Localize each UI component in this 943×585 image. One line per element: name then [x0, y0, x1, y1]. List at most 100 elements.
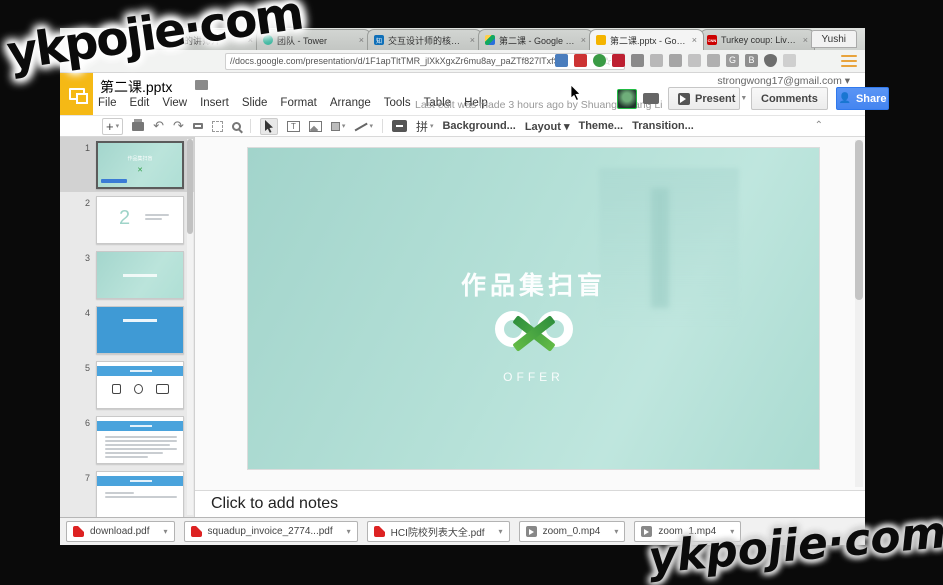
present-button[interactable]: Present ▼ — [668, 87, 740, 110]
tab-close-icon[interactable]: × — [581, 35, 586, 45]
select-tool-button[interactable] — [260, 118, 278, 135]
new-slide-dropdown-icon[interactable]: ▾ — [116, 122, 120, 130]
slide-thumbnail-5[interactable] — [96, 361, 184, 409]
tab-close-icon[interactable]: × — [359, 35, 364, 45]
slide-thumbnail-row-6[interactable]: 6 — [60, 412, 194, 467]
insert-image-button[interactable] — [309, 121, 322, 132]
new-slide-button[interactable]: + ▾ — [102, 118, 123, 135]
collapse-toolbar-icon[interactable]: ⌃ — [815, 120, 823, 131]
slide-thumbnail-1[interactable]: 作品集扫盲 ✕ — [96, 141, 184, 189]
extension-icon-grey2[interactable] — [669, 54, 682, 67]
extension-icon-grey1[interactable] — [650, 54, 663, 67]
extension-icon-blue[interactable] — [555, 54, 568, 67]
menu-view[interactable]: View — [162, 97, 187, 109]
download-item-pdf-3[interactable]: HCI院校列表大全.pdf ▾ — [367, 521, 510, 542]
slide-thumbnail-row-1[interactable]: 1 作品集扫盲 ✕ — [60, 137, 194, 192]
tab-close-icon[interactable]: × — [803, 35, 808, 45]
chrome-menu-icon[interactable] — [841, 55, 857, 67]
menu-arrange[interactable]: Arrange — [330, 97, 371, 109]
tab-cnn-news[interactable]: CNN Turkey coup: Live upd × — [700, 29, 815, 50]
tab-slides-active[interactable]: 第二课.pptx - Google S × — [589, 29, 704, 50]
menu-tools[interactable]: Tools — [384, 97, 411, 109]
download-dropdown-icon[interactable]: ▾ — [614, 527, 618, 536]
extension-icon-green[interactable] — [593, 54, 606, 67]
print-button[interactable] — [132, 122, 144, 131]
shape-dropdown-icon[interactable]: ▾ — [342, 122, 346, 130]
tab-design-article[interactable]: 知 交互设计师的核心价值 × — [367, 29, 482, 50]
textbox-tool-button[interactable]: T — [287, 121, 300, 132]
zoom-fit-button[interactable] — [212, 121, 223, 132]
download-item-video-1[interactable]: zoom_0.mp4 ▾ — [519, 521, 626, 542]
shield-icon[interactable] — [764, 54, 777, 67]
download-dropdown-icon[interactable]: ▾ — [347, 527, 351, 536]
slide-thumbnail-3[interactable] — [96, 251, 184, 299]
line-tool-button[interactable]: ▾ — [354, 121, 373, 132]
extension-icon-red[interactable] — [574, 54, 587, 67]
chat-bubble-icon[interactable] — [643, 93, 659, 104]
slide-number: 4 — [85, 308, 90, 318]
slide-thumbnail-4[interactable] — [96, 306, 184, 354]
share-button[interactable]: 👤 Share — [836, 87, 889, 110]
chrome-profile-button[interactable]: Yushi — [811, 30, 857, 48]
tab-google-drive[interactable]: 第二课 - Google Drive × — [478, 29, 593, 50]
scrollbar-thumb[interactable] — [855, 140, 863, 300]
evernote-icon[interactable] — [631, 54, 644, 67]
tab-close-icon[interactable]: × — [692, 35, 697, 45]
background-button[interactable]: Background... — [442, 120, 515, 132]
pinterest-icon[interactable] — [612, 54, 625, 67]
layout-button[interactable]: Layout ▾ — [525, 120, 570, 133]
comment-tool-button[interactable] — [392, 120, 407, 132]
extension-icon-grey5[interactable] — [783, 54, 796, 67]
slides-app-icon[interactable] — [60, 73, 93, 115]
pinyin-input-button[interactable]: 拼▾ — [416, 118, 434, 135]
scrollbar-thumb[interactable] — [187, 139, 193, 234]
slide-thumbnail-7[interactable] — [96, 471, 184, 517]
transition-button[interactable]: Transition... — [632, 120, 694, 132]
slide-thumbnail-row-2[interactable]: 2 2 — [60, 192, 194, 247]
star-folder-icon[interactable] — [195, 80, 208, 90]
redo-button[interactable]: ↷ — [173, 121, 184, 131]
menu-edit[interactable]: Edit — [130, 97, 150, 109]
slide-thumbnail-2[interactable]: 2 — [96, 196, 184, 244]
paint-roller-icon — [193, 123, 203, 129]
line-dropdown-icon[interactable]: ▾ — [369, 122, 373, 130]
current-slide[interactable]: 作品集扫盲 OFFER — [247, 147, 820, 470]
download-item-pdf-1[interactable]: download.pdf ▾ — [66, 521, 175, 542]
menu-format[interactable]: Format — [280, 97, 316, 109]
slide-thumbnail-6[interactable] — [96, 416, 184, 464]
theme-button[interactable]: Theme... — [578, 120, 623, 132]
download-dropdown-icon[interactable]: ▾ — [164, 527, 168, 536]
shape-tool-button[interactable]: ▾ — [331, 122, 346, 131]
undo-button[interactable]: ↶ — [153, 121, 164, 131]
canvas-scrollbar[interactable] — [855, 140, 863, 487]
extension-icon-grey4[interactable] — [707, 54, 720, 67]
comments-button[interactable]: Comments — [751, 87, 828, 110]
slide-thumbnail-row-5[interactable]: 5 — [60, 357, 194, 412]
notes-placeholder[interactable]: Click to add notes — [211, 495, 338, 513]
shape-icon — [331, 122, 340, 131]
slide-title-text[interactable]: 作品集扫盲 — [248, 266, 819, 302]
zoom-button[interactable] — [232, 122, 241, 131]
offer-logo[interactable]: OFFER — [497, 308, 571, 388]
pinyin-dropdown-icon[interactable]: ▾ — [430, 122, 434, 130]
slide-thumbnail-row-3[interactable]: 3 — [60, 247, 194, 302]
collaborator-avatar[interactable] — [617, 89, 637, 109]
download-dropdown-icon[interactable]: ▾ — [499, 527, 503, 536]
menu-insert[interactable]: Insert — [200, 97, 229, 109]
download-item-pdf-2[interactable]: squadup_invoice_2774...pdf ▾ — [184, 521, 358, 542]
extension-icon-b[interactable]: B — [745, 54, 758, 67]
extension-icon-g[interactable]: G — [726, 54, 739, 67]
slide-thumbnail-row-4[interactable]: 4 — [60, 302, 194, 357]
menu-file[interactable]: File — [98, 97, 117, 109]
paint-format-button[interactable] — [193, 123, 203, 129]
extension-icon-grey3[interactable] — [688, 54, 701, 67]
drive-favicon — [485, 35, 495, 45]
tab-title: 第二课 - Google Drive — [499, 34, 577, 47]
account-email[interactable]: strongwong17@gmail.com ▾ — [717, 75, 850, 87]
slide-thumbnail-row-7[interactable]: 7 — [60, 467, 194, 517]
thumbnail-panel-scrollbar[interactable] — [187, 139, 193, 515]
menu-slide[interactable]: Slide — [242, 97, 268, 109]
present-dropdown-icon[interactable]: ▼ — [740, 95, 747, 102]
tab-close-icon[interactable]: × — [470, 35, 475, 45]
document-title[interactable]: 第二课.pptx — [100, 77, 172, 97]
